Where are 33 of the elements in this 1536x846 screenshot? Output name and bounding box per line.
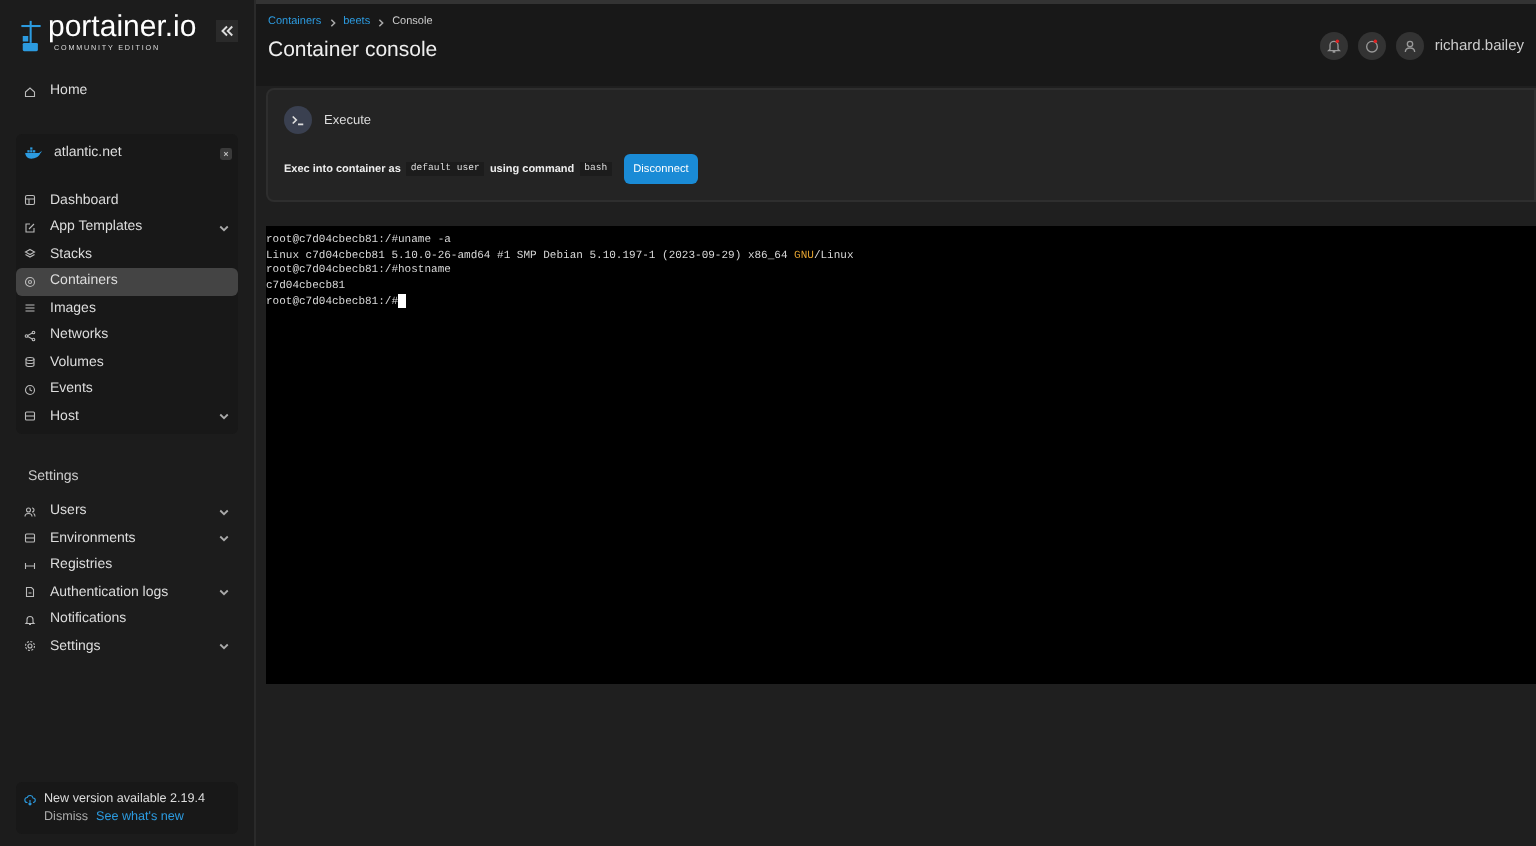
collapse-icon[interactable]	[216, 20, 238, 42]
user-icon	[1402, 37, 1419, 53]
host-icon	[24, 532, 36, 545]
chevron-right-icon	[327, 17, 338, 27]
notifications-button[interactable]	[1320, 31, 1349, 59]
page-title: Container console	[268, 38, 438, 62]
edit-icon	[24, 221, 36, 234]
stack-icon	[24, 248, 36, 261]
registry-icon	[24, 559, 36, 572]
chevron-right-icon	[376, 17, 387, 27]
text-cursor-icon	[398, 294, 406, 309]
bell-icon	[24, 613, 36, 626]
user-avatar[interactable]	[1396, 31, 1425, 59]
bell-icon	[1326, 37, 1343, 53]
clock-icon	[24, 383, 36, 396]
help-icon	[1364, 37, 1381, 53]
crane-logo-icon	[20, 18, 42, 54]
help-button[interactable]	[1358, 31, 1387, 59]
list-icon	[24, 302, 36, 315]
network-icon	[24, 329, 36, 342]
logo-wordmark: portainer.io	[48, 12, 197, 44]
close-icon[interactable]	[220, 147, 232, 159]
cloud-download-icon	[24, 793, 36, 805]
terminal-icon	[284, 106, 312, 134]
dashboard-icon	[24, 194, 36, 207]
whale-icon	[24, 146, 42, 160]
container-icon	[24, 275, 36, 288]
settings-icon	[24, 640, 36, 653]
home-icon	[24, 85, 36, 98]
file-icon	[24, 586, 36, 599]
host-icon	[24, 410, 36, 423]
database-icon	[24, 356, 36, 369]
users-icon	[24, 505, 36, 518]
